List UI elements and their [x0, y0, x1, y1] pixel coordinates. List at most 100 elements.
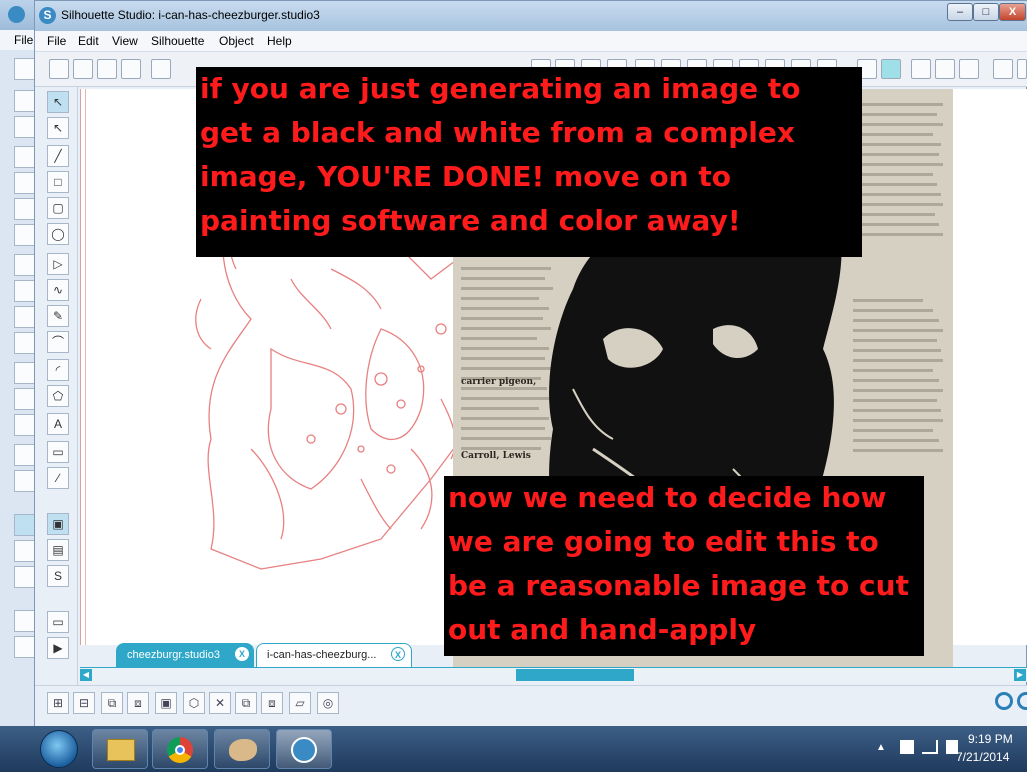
text-tool-icon[interactable]	[14, 414, 36, 436]
duplicate-icon[interactable]: ⧉	[235, 692, 257, 714]
save-as-icon[interactable]	[121, 59, 141, 79]
smooth-freehand-tool-icon[interactable]: ⌒	[47, 331, 69, 353]
knife-tool-icon[interactable]: ∕	[47, 467, 69, 489]
page-setup-icon[interactable]	[14, 514, 36, 536]
point-edit-tool-icon[interactable]: ↖	[47, 117, 69, 139]
smooth-freehand-icon[interactable]	[14, 332, 36, 354]
page-setup-button-icon[interactable]: ▣	[47, 513, 69, 535]
polygon-tool-icon[interactable]: ▷	[47, 253, 69, 275]
expand-panel-icon[interactable]: ▶	[47, 637, 69, 659]
weld-icon[interactable]: ⬡	[183, 692, 205, 714]
cut-settings-icon[interactable]	[881, 59, 901, 79]
taskbar-chrome-icon[interactable]	[152, 729, 208, 769]
send-to-silhouette-icon[interactable]	[911, 59, 931, 79]
action-center-flag-icon[interactable]	[900, 740, 914, 754]
menu-view[interactable]: View	[112, 34, 138, 48]
rectangle-tool-icon[interactable]	[14, 172, 36, 194]
library-button-icon[interactable]: ▤	[47, 539, 69, 561]
new-document-icon[interactable]	[49, 59, 69, 79]
library-icon[interactable]	[14, 540, 36, 562]
offset-tool-icon[interactable]: ◎	[317, 692, 339, 714]
rectangle-tool-icon[interactable]: □	[47, 171, 69, 193]
open-folder-icon[interactable]	[73, 59, 93, 79]
titlebar: S Silhouette Studio: i-can-has-cheezburg…	[35, 1, 1027, 31]
mirror-icon[interactable]: ⧈	[261, 692, 283, 714]
curve-tool-icon[interactable]: ∿	[47, 279, 69, 301]
document-icon[interactable]	[14, 58, 36, 80]
horizontal-scrollbar[interactable]: ◀ ▶	[80, 667, 1027, 682]
arc-tool-icon[interactable]	[14, 362, 36, 384]
select-tool-icon[interactable]: ↖	[47, 91, 69, 113]
app-logo-icon	[8, 6, 25, 23]
delete-icon[interactable]: ✕	[209, 692, 231, 714]
menu-bar: File Edit View Silhouette Object Help	[35, 31, 1027, 52]
menu-silhouette[interactable]: Silhouette	[151, 34, 204, 48]
scroll-left-icon[interactable]: ◀	[80, 669, 92, 681]
text-tool-icon[interactable]: A	[47, 413, 69, 435]
arc-tool-icon[interactable]: ◜	[47, 359, 69, 381]
clock-time[interactable]: 9:19 PM	[968, 732, 1013, 746]
freehand-tool-icon[interactable]	[14, 306, 36, 328]
group-icon[interactable]: ⊞	[47, 692, 69, 714]
start-button-icon[interactable]	[40, 730, 78, 768]
ellipse-tool-icon[interactable]	[14, 224, 36, 246]
release-compound-path-icon[interactable]: ⧈	[127, 692, 149, 714]
maximize-button[interactable]: □	[973, 3, 999, 21]
panel-toggle-icon[interactable]: ▭	[47, 611, 69, 633]
menu-object[interactable]: Object	[219, 34, 254, 48]
rounded-rectangle-tool-icon[interactable]: ▢	[47, 197, 69, 219]
line-tool-icon[interactable]	[14, 146, 36, 168]
regular-polygon-icon[interactable]	[14, 388, 36, 410]
menu-help[interactable]: Help	[267, 34, 292, 48]
silhouette-store-icon[interactable]	[14, 566, 36, 588]
tab-cheezburgr[interactable]: cheezburgr.studio3 X	[116, 643, 254, 667]
print-and-cut-icon[interactable]	[935, 59, 955, 79]
menu-file[interactable]: File	[47, 34, 66, 48]
minimize-button[interactable]: –	[947, 3, 973, 21]
knife-tool-icon[interactable]	[14, 470, 36, 492]
regular-polygon-tool-icon[interactable]: ⬠	[47, 385, 69, 407]
replicate-icon[interactable]: ▱	[289, 692, 311, 714]
taskbar-silhouette-studio-icon[interactable]	[276, 729, 332, 769]
store-button-icon[interactable]: S	[47, 565, 69, 587]
settings-gear-icon[interactable]	[995, 692, 1013, 710]
tab-i-can-has-cheezburger[interactable]: i-can-has-cheezburg... X	[256, 643, 412, 667]
menu-edit[interactable]: Edit	[78, 34, 99, 48]
eraser-tool-icon[interactable]: ▭	[47, 441, 69, 463]
print-icon[interactable]	[151, 59, 171, 79]
close-button[interactable]: X	[999, 3, 1026, 21]
scroll-right-icon[interactable]: ▶	[1014, 669, 1026, 681]
dictionary-entry: Carroll, Lewis	[461, 451, 531, 461]
taskbar-explorer-icon[interactable]	[92, 729, 148, 769]
annotation-note-2: now we need to decide how we are going t…	[444, 476, 924, 656]
clock-date[interactable]: 7/21/2014	[956, 750, 1009, 764]
taskbar-paint-icon[interactable]	[214, 729, 270, 769]
ellipse-tool-icon[interactable]: ◯	[47, 223, 69, 245]
expand-arrow-icon[interactable]	[14, 636, 36, 658]
save-icon[interactable]	[97, 59, 117, 79]
select-icon[interactable]	[14, 90, 36, 112]
make-compound-path-icon[interactable]: ⧉	[101, 692, 123, 714]
node-edit-icon[interactable]	[14, 116, 36, 138]
bring-to-front-icon[interactable]: ▣	[155, 692, 177, 714]
page-border	[85, 89, 86, 645]
network-icon[interactable]	[922, 740, 938, 754]
scroll-thumb[interactable]	[516, 669, 634, 681]
tab-close-icon[interactable]: X	[235, 647, 249, 661]
line-tool-icon[interactable]: ╱	[47, 145, 69, 167]
system-tray: ▲ 9:19 PM 7/21/2014	[872, 726, 1027, 772]
rounded-rect-tool-icon[interactable]	[14, 198, 36, 220]
freehand-tool-icon[interactable]: ✎	[47, 305, 69, 327]
tab-close-icon[interactable]: X	[391, 647, 405, 661]
pen-icon[interactable]	[993, 59, 1013, 79]
eraser-tool-icon[interactable]	[14, 444, 36, 466]
settings-gear-icon[interactable]	[1017, 692, 1027, 710]
ungroup-icon[interactable]: ⊟	[73, 692, 95, 714]
panel-icon[interactable]	[14, 610, 36, 632]
more-tools-icon[interactable]	[1017, 59, 1027, 79]
show-hidden-icons-icon[interactable]: ▲	[876, 742, 886, 753]
window-title: Silhouette Studio: i-can-has-cheezburger…	[61, 8, 320, 22]
curve-tool-icon[interactable]	[14, 280, 36, 302]
polygon-tool-icon[interactable]	[14, 254, 36, 276]
layers-icon[interactable]	[959, 59, 979, 79]
